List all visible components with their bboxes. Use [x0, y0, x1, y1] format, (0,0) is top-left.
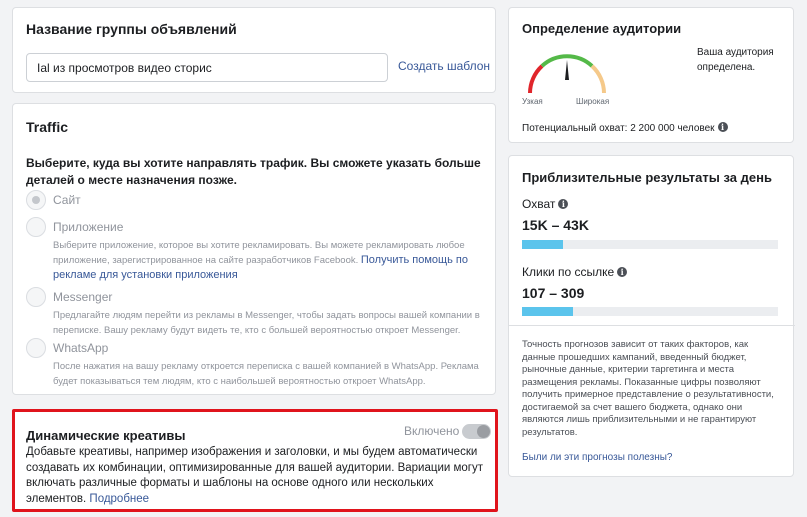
link-clicks-metric-label-text: Клики по ссылке	[522, 265, 615, 279]
link-clicks-progress-bar	[522, 307, 778, 316]
gauge-segment-narrow	[528, 64, 544, 94]
link-clicks-progress-fill	[522, 307, 574, 316]
reach-metric-label-text: Охват	[522, 197, 556, 211]
radio-whatsapp[interactable]	[26, 338, 46, 358]
traffic-option-label: Messenger	[53, 290, 113, 304]
dynamic-creative-card: Динамические креативы Включено Добавьте …	[12, 409, 498, 512]
traffic-option-label: Сайт	[53, 193, 81, 207]
audience-definition-card: Определение аудитории Узкая Широкая Ваша…	[508, 7, 794, 143]
results-helpful-link[interactable]: Были ли эти прогнозы полезны?	[522, 452, 672, 463]
traffic-option-description: Предлагайте людям перейти из рекламы в M…	[53, 310, 480, 336]
audience-status-text: Ваша аудитория определена.	[697, 47, 774, 73]
dynamic-creative-title: Динамические креативы	[26, 428, 186, 443]
audience-definition-title: Определение аудитории	[522, 21, 682, 36]
estimated-results-card: Приблизительные результаты за день Охват…	[508, 155, 795, 477]
dynamic-creative-toggle[interactable]	[462, 424, 491, 439]
results-accuracy-note: Точность прогнозов зависит от таких факт…	[522, 339, 774, 438]
traffic-option-description: После нажатия на вашу рекламу откроется …	[53, 361, 479, 387]
radio-app[interactable]	[26, 217, 46, 237]
dynamic-creative-toggle-label: Включено	[404, 424, 460, 438]
traffic-option-whatsapp[interactable]: WhatsApp После нажатия на вашу рекламу о…	[26, 338, 486, 387]
reach-metric-label: Охват i	[522, 197, 569, 211]
traffic-card: Traffic Выберите, куда вы хотите направл…	[12, 103, 496, 395]
reach-metric-value: 15K – 43K	[522, 217, 589, 233]
estimated-results-title: Приблизительные результаты за день	[522, 170, 772, 185]
potential-reach-text: Потенциальный охват: 2 200 000 человек	[522, 123, 715, 134]
reach-progress-fill	[522, 240, 563, 249]
ad-group-name-card: Название группы объявлений Создать шабло…	[12, 7, 496, 93]
reach-progress-bar	[522, 240, 778, 249]
traffic-option-label: Приложение	[53, 220, 124, 234]
ad-group-name-input[interactable]	[26, 53, 388, 82]
gauge-broad-label: Широкая	[576, 97, 610, 106]
toggle-knob	[477, 425, 490, 438]
traffic-option-description: Выберите приложение, которое вы хотите р…	[53, 238, 486, 283]
traffic-description: Выберите, куда вы хотите направлять траф…	[26, 156, 481, 187]
results-divider	[509, 325, 795, 326]
create-template-link[interactable]: Создать шаблон	[398, 59, 490, 73]
traffic-option-messenger[interactable]: Messenger Предлагайте людям перейти из р…	[26, 287, 486, 336]
radio-messenger[interactable]	[26, 287, 46, 307]
dynamic-creative-description: Добавьте креативы, например изображения …	[26, 445, 490, 507]
traffic-option-website[interactable]: Сайт	[26, 190, 486, 212]
traffic-title: Traffic	[26, 119, 69, 135]
info-icon[interactable]: i	[717, 122, 728, 132]
link-clicks-metric-label: Клики по ссылке i	[522, 265, 628, 279]
traffic-option-label: WhatsApp	[53, 341, 109, 355]
info-icon[interactable]: i	[617, 267, 628, 277]
gauge-needle	[565, 60, 569, 80]
ad-group-name-title: Название группы объявлений	[26, 21, 237, 37]
learn-more-link[interactable]: Подробнее	[89, 493, 149, 505]
info-icon[interactable]: i	[558, 199, 569, 209]
gauge-segment-broad	[590, 64, 606, 94]
link-clicks-metric-value: 107 – 309	[522, 285, 585, 301]
gauge-narrow-label: Узкая	[522, 97, 543, 106]
audience-gauge-icon	[528, 54, 606, 94]
traffic-option-app[interactable]: Приложение Выберите приложение, которое …	[26, 217, 486, 281]
radio-website[interactable]	[26, 190, 46, 210]
potential-reach: Потенциальный охват: 2 200 000 человек i	[522, 122, 728, 134]
